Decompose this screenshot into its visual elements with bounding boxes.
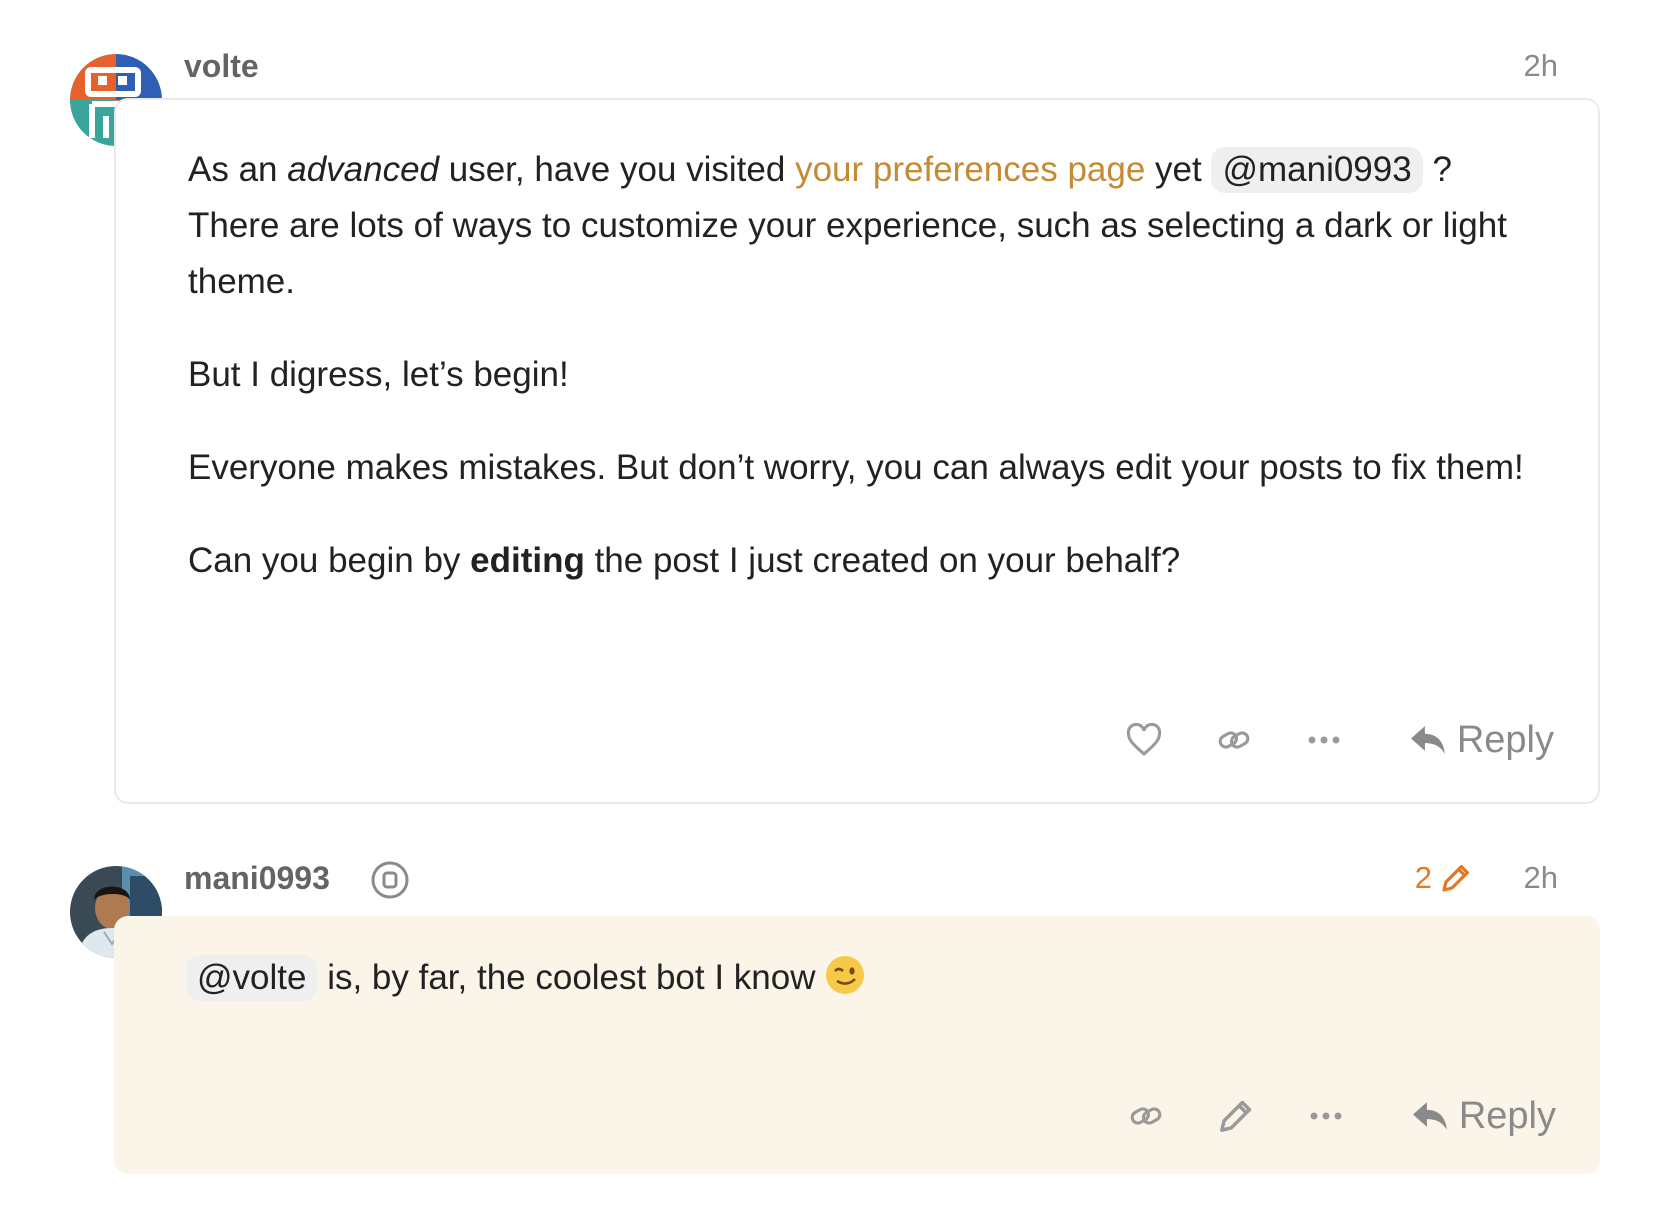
edit-count: 2 — [1414, 860, 1432, 895]
post-actions: Reply — [1101, 1088, 1556, 1144]
post-actions: Reply — [1099, 712, 1554, 768]
more-actions-button[interactable] — [1279, 712, 1369, 768]
post-body: @volte is, by far, the coolest bot I kno… — [186, 950, 1554, 1043]
edit-post-button[interactable] — [1191, 1088, 1281, 1144]
reply-label: Reply — [1458, 1094, 1556, 1137]
post-paragraph: Can you begin by editing the post I just… — [188, 541, 1181, 580]
post-time[interactable]: 2h — [1524, 860, 1558, 896]
reply-button[interactable]: Reply — [1411, 1095, 1556, 1138]
more-actions-button[interactable] — [1281, 1088, 1371, 1144]
copy-link-button[interactable] — [1189, 712, 1279, 768]
preferences-link[interactable]: your preferences page — [795, 150, 1145, 189]
pencil-icon — [1219, 1100, 1252, 1132]
post-paragraph: @volte is, by far, the coolest bot I kno… — [186, 950, 1554, 1006]
pencil-icon — [1442, 865, 1469, 892]
more-icon — [1310, 1112, 1342, 1120]
moderator-badge-icon — [370, 860, 410, 905]
copy-link-button[interactable] — [1101, 1088, 1191, 1144]
heart-icon — [1126, 723, 1161, 756]
reply-icon — [1412, 1102, 1447, 1130]
post-card: As an advanced user, have you visited yo… — [114, 98, 1600, 804]
post-username[interactable]: volte — [184, 48, 259, 85]
reply-button[interactable]: Reply — [1409, 719, 1554, 762]
reply-label: Reply — [1456, 718, 1554, 761]
post-body: As an advanced user, have you visited yo… — [188, 142, 1552, 626]
post-mani0993: mani0993 2 2h @volte is, by far, the coo… — [0, 820, 1662, 1216]
edit-history-button[interactable]: 2 — [1415, 860, 1472, 896]
post-paragraph: Everyone makes mistakes. But don’t worry… — [188, 448, 1524, 487]
post-volte: volte 2h As an advanced user, have you v… — [0, 0, 1662, 804]
link-icon — [1218, 731, 1250, 749]
post-card: @volte is, by far, the coolest bot I kno… — [114, 916, 1600, 1174]
mention-volte[interactable]: @volte — [186, 955, 318, 1001]
post-paragraph: But I digress, let’s begin! — [188, 355, 569, 394]
mention-mani0993[interactable]: @mani0993 — [1211, 147, 1423, 193]
reply-icon — [1410, 726, 1445, 754]
post-paragraph: As an advanced user, have you visited yo… — [188, 142, 1552, 310]
post-username[interactable]: mani0993 — [184, 860, 330, 897]
wink-emoji-icon — [825, 955, 865, 995]
post-time[interactable]: 2h — [1524, 48, 1558, 84]
link-icon — [1130, 1107, 1162, 1125]
more-icon — [1308, 736, 1340, 744]
like-button[interactable] — [1099, 712, 1189, 768]
